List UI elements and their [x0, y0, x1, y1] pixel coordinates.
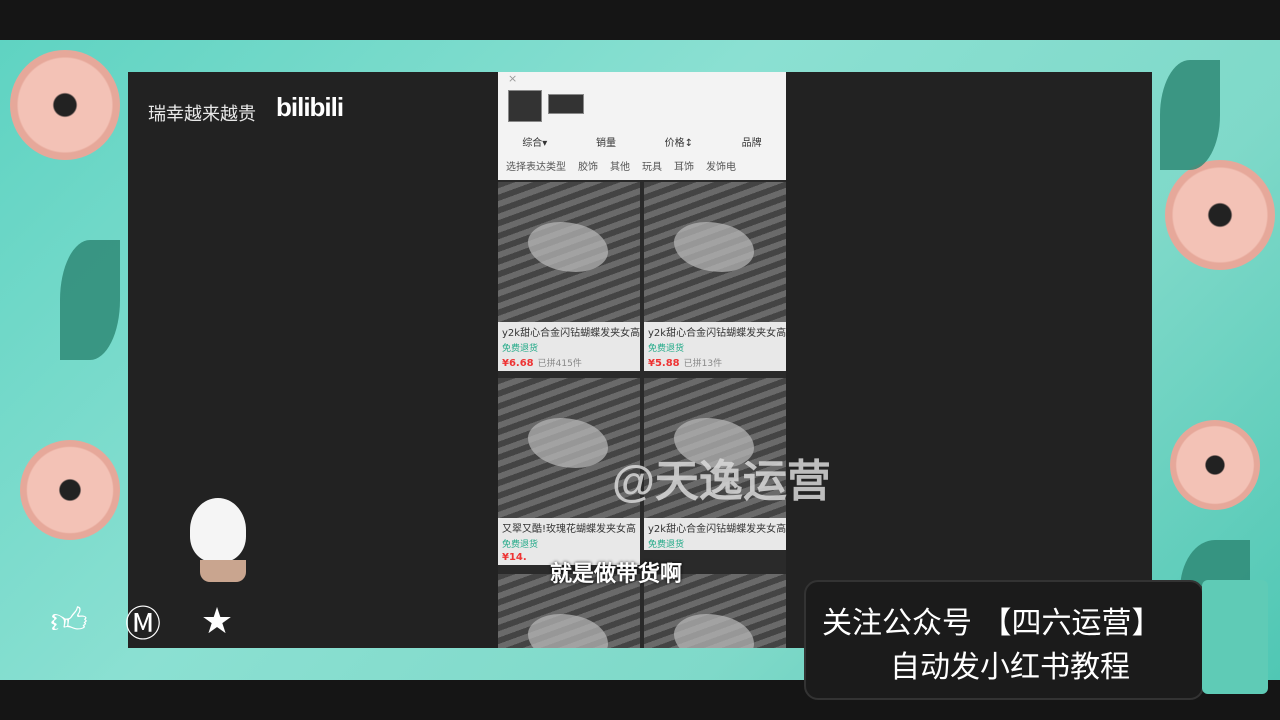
leaf-decoration: [1160, 60, 1220, 170]
sold-count: 已拼415件: [537, 359, 582, 369]
product-title: y2k甜心合金闪钻蝴蝶发夹女高: [648, 328, 786, 339]
filter-chip[interactable]: 玩具: [642, 158, 662, 173]
filter-bar: 选择表达类型 胶饰 其他 玩具 耳饰 发饰电: [506, 158, 782, 173]
image-thumbnail[interactable]: [508, 90, 542, 122]
flower-decoration: [1165, 160, 1275, 270]
flower-decoration: [1170, 420, 1260, 510]
promo-line-2: 自动发小红书教程: [890, 650, 1130, 685]
coin-icon[interactable]: Ⓜ: [120, 598, 166, 645]
channel-name: 瑞幸越来越贵: [148, 104, 256, 124]
sold-count: 已拼13件: [683, 359, 723, 369]
image-thumbnail[interactable]: [548, 94, 584, 114]
product-price: ¥5.88 已拼13件: [648, 358, 723, 369]
thumbs-up-icon[interactable]: 👍︎: [46, 598, 92, 644]
close-icon[interactable]: ×: [508, 72, 517, 85]
flower-decoration: [10, 50, 120, 160]
filter-chip[interactable]: 其他: [610, 158, 630, 173]
leaf-decoration: [60, 240, 120, 360]
product-image: [644, 182, 786, 322]
triple-action-bar: 👍︎ Ⓜ ★: [46, 598, 240, 646]
promo-line-1: 关注公众号 【四六运营】: [822, 606, 1162, 641]
filter-chip[interactable]: 耳饰: [674, 158, 694, 173]
product-tag: 免费退货: [502, 540, 539, 550]
letterbox-top: [0, 0, 1280, 40]
product-tag: 免费退货: [648, 540, 685, 550]
sort-option[interactable]: 销量: [596, 134, 616, 149]
sort-option[interactable]: 价格↕: [665, 134, 693, 149]
filter-chip[interactable]: 选择表达类型: [506, 158, 566, 173]
product-card[interactable]: y2k甜心合金闪钻蝴蝶发夹女高 免费退货 ¥5.88 已拼13件: [644, 182, 786, 371]
video-subtitle: 就是做带货啊: [550, 562, 683, 587]
star-icon[interactable]: ★: [194, 598, 240, 644]
bilibili-logo: bilibili: [276, 92, 344, 122]
product-tag: 免费退货: [502, 344, 539, 354]
decorative-square: [1202, 580, 1268, 694]
filter-chip[interactable]: 胶饰: [578, 158, 598, 173]
sort-option[interactable]: 综合▾: [522, 134, 547, 149]
product-title: 又翠又酷!玫瑰花蝴蝶发夹女高: [502, 524, 637, 535]
product-tag: 免费退货: [648, 344, 685, 354]
filter-chip[interactable]: 发饰电: [706, 158, 736, 173]
sort-bar: 综合▾ 销量 价格↕ 品牌: [498, 134, 786, 149]
mascot-character: [190, 498, 246, 562]
sort-option[interactable]: 品牌: [742, 134, 762, 149]
product-image: [498, 182, 640, 322]
product-card[interactable]: y2k甜心合金闪钻蝴蝶发夹女高 免费退货 ¥6.68 已拼415件: [498, 182, 640, 371]
watermark: @天逸运营: [612, 457, 831, 506]
shop-header: × 综合▾ 销量 价格↕ 品牌 选择表达类型 胶饰 其他 玩具 耳饰 发饰电: [498, 72, 786, 180]
product-title: y2k甜心合金闪钻蝴蝶发夹女高: [648, 524, 786, 535]
flower-decoration: [20, 440, 120, 540]
product-title: y2k甜心合金闪钻蝴蝶发夹女高: [502, 328, 640, 339]
product-price: ¥6.68 已拼415件: [502, 358, 582, 369]
mascot-skirt: [200, 560, 246, 582]
